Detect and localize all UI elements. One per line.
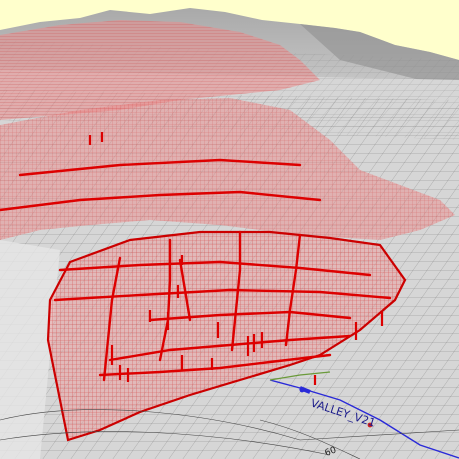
terrain-scene[interactable]: VALLEY_V21 60 <box>0 0 459 459</box>
3d-map-viewport[interactable]: VALLEY_V21 60 <box>0 0 459 459</box>
